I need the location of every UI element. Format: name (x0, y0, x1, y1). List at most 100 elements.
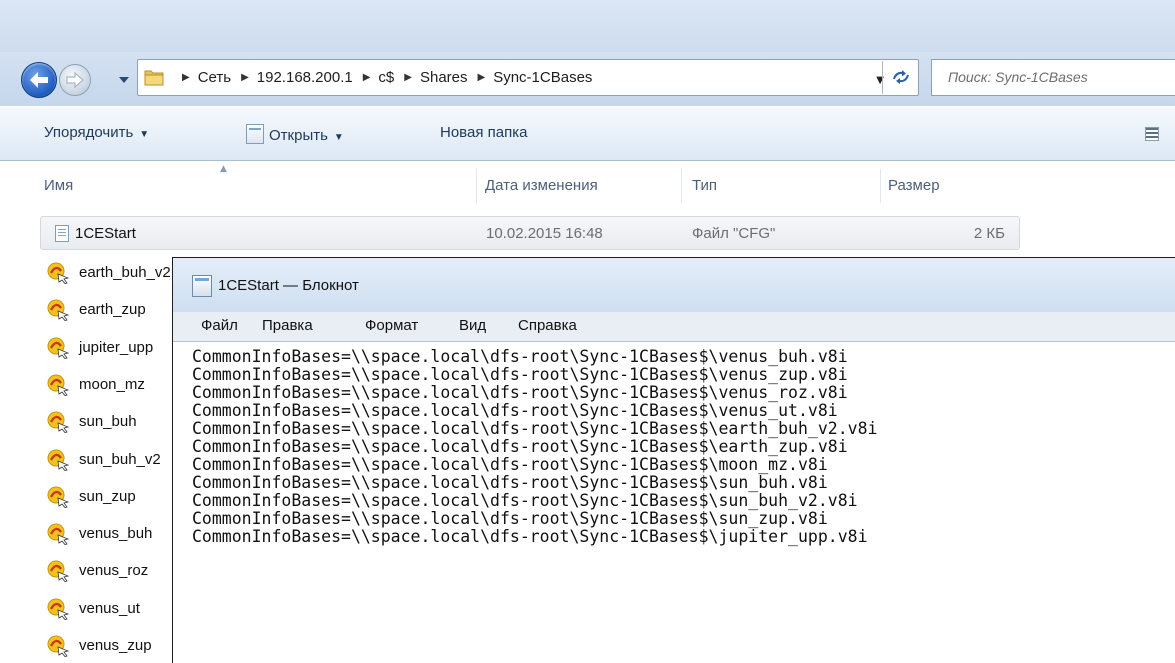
column-name[interactable]: Имя (44, 177, 73, 194)
change-view-icon[interactable] (1145, 127, 1159, 141)
text-line: CommonInfoBases=\\space.local\dfs-root\S… (192, 527, 868, 546)
file-name: sun_buh (79, 413, 137, 431)
arrow-right-icon (66, 72, 84, 88)
1c-base-icon (47, 486, 70, 508)
text-line: CommonInfoBases=\\space.local\dfs-root\S… (192, 509, 828, 528)
notepad-icon (246, 124, 264, 144)
chevron-down-icon: ▼ (139, 129, 150, 140)
1c-base-icon (47, 523, 70, 546)
file-name: sun_buh_v2 (79, 450, 161, 468)
breadcrumb-item-current[interactable]: Sync-1CBases (493, 69, 592, 86)
text-line: CommonInfoBases=\\space.local\dfs-root\S… (192, 437, 848, 456)
file-row[interactable]: venus_ut (44, 592, 174, 626)
column-divider[interactable] (681, 169, 682, 203)
1c-base-icon (47, 337, 70, 359)
file-row[interactable]: venus_buh (44, 517, 174, 551)
notepad-icon (192, 275, 212, 297)
window-title: 1CEStart — Блокнот (218, 277, 359, 294)
sort-ascending-icon: ▲ (220, 164, 227, 174)
menu-file[interactable]: Файл (201, 317, 238, 334)
command-bar: Упорядочить ▼ Открыть ▼ Новая папка (0, 106, 1175, 161)
1c-base-icon (47, 262, 70, 284)
chevron-right-icon[interactable]: ▶ (478, 72, 486, 83)
forward-button[interactable] (59, 64, 91, 96)
file-name: venus_ut (79, 599, 140, 617)
file-name: venus_roz (79, 562, 149, 580)
text-line: CommonInfoBases=\\space.local\dfs-root\S… (192, 383, 848, 402)
file-date: 10.02.2015 16:48 (486, 225, 603, 242)
breadcrumb: ▶ Сеть ▶ 192.168.200.1 ▶ c$ ▶ Shares ▶ S… (172, 60, 592, 95)
file-row[interactable]: sun_buh (44, 405, 174, 439)
text-line: CommonInfoBases=\\space.local\dfs-root\S… (192, 347, 848, 366)
notepad-window[interactable]: 1CEStart — Блокнот Файл Правка Формат Ви… (172, 257, 1175, 663)
chevron-right-icon[interactable]: ▶ (404, 72, 412, 83)
file-name: moon_mz (79, 375, 145, 393)
address-bar[interactable]: ▶ Сеть ▶ 192.168.200.1 ▶ c$ ▶ Shares ▶ S… (137, 59, 919, 96)
refresh-icon (893, 70, 909, 84)
text-line: CommonInfoBases=\\space.local\dfs-root\S… (192, 401, 838, 420)
organize-label: Упорядочить (44, 124, 134, 141)
new-folder-label: Новая папка (440, 124, 528, 141)
new-folder-button[interactable]: Новая папка (440, 124, 527, 141)
menu-format[interactable]: Формат (365, 317, 418, 334)
file-row[interactable]: earth_buh_v2 (44, 256, 174, 290)
text-line: CommonInfoBases=\\space.local\dfs-root\S… (192, 365, 848, 384)
file-row[interactable]: earth_zup (44, 293, 174, 327)
file-row[interactable]: moon_mz (44, 368, 174, 402)
file-row-selected[interactable]: 1CEStart 10.02.2015 16:48 Файл "CFG" 2 К… (40, 216, 1020, 250)
menu-view[interactable]: Вид (459, 317, 486, 334)
menu-edit[interactable]: Правка (262, 317, 313, 334)
file-row[interactable]: sun_buh_v2 (44, 443, 174, 477)
1c-base-icon (47, 598, 70, 620)
column-header: ▲ Имя Дата изменения Тип Размер (0, 161, 1175, 211)
file-name: sun_zup (79, 487, 136, 505)
refresh-button[interactable] (882, 61, 918, 94)
breadcrumb-item-network[interactable]: Сеть (198, 69, 231, 86)
file-name: earth_zup (79, 301, 146, 319)
recent-pages-chevron-icon[interactable] (117, 73, 131, 87)
file-size: 2 КБ (973, 225, 1005, 242)
organize-button[interactable]: Упорядочить ▼ (44, 124, 149, 141)
column-date[interactable]: Дата изменения (485, 177, 598, 194)
breadcrumb-item-shares[interactable]: Shares (420, 69, 468, 86)
arrow-left-icon (30, 72, 48, 88)
text-line: CommonInfoBases=\\space.local\dfs-root\S… (192, 455, 828, 474)
file-row[interactable]: venus_zup (44, 629, 174, 663)
chevron-right-icon[interactable]: ▶ (363, 72, 371, 83)
file-name: jupiter_upp (79, 338, 154, 356)
file-name: earth_buh_v2 (79, 264, 171, 281)
breadcrumb-item-host[interactable]: 192.168.200.1 (257, 69, 353, 86)
text-editor[interactable]: CommonInfoBases=\\space.local\dfs-root\S… (173, 342, 1175, 663)
breadcrumb-item-share[interactable]: c$ (378, 69, 394, 86)
chevron-right-icon[interactable]: ▶ (182, 72, 190, 83)
notepad-title-bar[interactable]: 1CEStart — Блокнот (173, 258, 1175, 312)
file-row[interactable]: venus_roz (44, 554, 174, 588)
chevron-down-icon: ▼ (333, 132, 344, 143)
1c-base-icon (47, 635, 70, 657)
text-line: CommonInfoBases=\\space.local\dfs-root\S… (192, 473, 828, 492)
1c-base-icon (47, 299, 70, 322)
open-button[interactable]: Открыть ▼ (246, 124, 344, 144)
file-row[interactable]: sun_zup (44, 480, 174, 514)
1c-base-icon (47, 374, 70, 396)
back-button[interactable] (21, 62, 57, 98)
file-name: 1CEStart (75, 225, 136, 242)
search-placeholder: Поиск: Sync-1CBases (948, 69, 1088, 85)
1c-base-icon (47, 411, 70, 434)
column-divider[interactable] (476, 169, 477, 203)
1c-base-icon (47, 560, 70, 583)
file-name: venus_zup (79, 637, 152, 654)
menu-help[interactable]: Справка (518, 317, 577, 334)
menu-bar: Файл Правка Формат Вид Справка (173, 312, 1175, 342)
1c-base-icon (47, 449, 70, 471)
column-size[interactable]: Размер (888, 177, 940, 194)
file-type: Файл "CFG" (692, 225, 776, 242)
column-divider[interactable] (880, 169, 881, 203)
column-type[interactable]: Тип (692, 177, 717, 194)
open-label: Открыть (269, 127, 328, 144)
chevron-right-icon[interactable]: ▶ (241, 72, 249, 83)
search-input[interactable]: Поиск: Sync-1CBases (931, 59, 1175, 96)
file-name: venus_buh (79, 525, 153, 543)
file-row[interactable]: jupiter_upp (44, 331, 174, 365)
folder-icon (144, 70, 164, 86)
